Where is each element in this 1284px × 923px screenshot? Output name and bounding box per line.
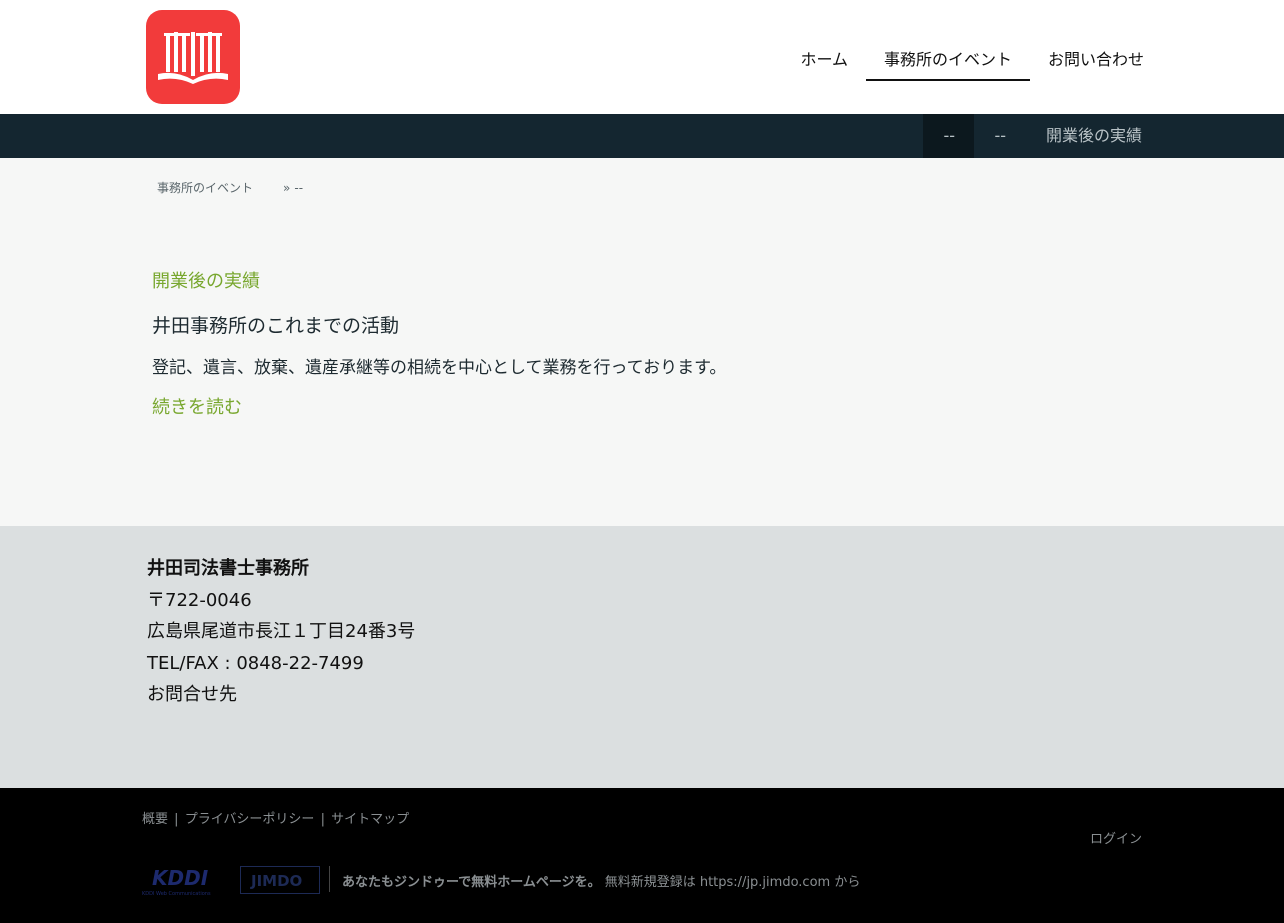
read-more-link[interactable]: 続きを読む [152,394,242,422]
office-address: 広島県尾道市長江１丁目24番3号 [147,621,416,642]
footer-link-separator: | [320,812,325,827]
jimdo-logo[interactable]: JIMDO [240,866,320,894]
nav-item-events[interactable]: 事務所のイベント [865,36,1031,81]
main-navigation: ホーム 事務所のイベント お問い合わせ [782,36,1144,81]
footer-link-privacy[interactable]: プライバシーポリシー [185,812,315,827]
breadcrumb-separator: » [283,180,291,195]
jimdo-logo-text: JIMDO [250,872,302,890]
contact-label: お問合せ先 [147,684,237,705]
office-info-section: 井田司法書士事務所 〒722-0046 広島県尾道市長江１丁目24番3号 TEL… [0,526,1284,788]
site-logo[interactable] [146,10,240,104]
nav-item-contact[interactable]: お問い合わせ [1030,36,1144,80]
breadcrumb: 事務所のイベント » -- [157,179,303,196]
login-link[interactable]: ログイン [1090,828,1142,847]
footer-link-about[interactable]: 概要 [142,812,168,827]
office-name: 井田司法書士事務所 [147,558,309,579]
promo-text: 無料新規登録は https://jp.jimdo.com から [600,875,861,890]
subnav-item-results[interactable]: 開業後の実績 [1026,114,1142,158]
breadcrumb-current: -- [294,180,304,195]
post-summary: 登記、遺言、放棄、遺産承継等の相続を中心として業務を行っております。 [152,358,727,378]
post-title: 井田事務所のこれまでの活動 [152,315,400,337]
breadcrumb-parent-link[interactable]: 事務所のイベント [157,179,253,196]
open-book-icon [158,32,228,84]
kddi-logo[interactable]: KDDI KDDI Web Communications [142,865,230,897]
sub-navigation: -- -- 開業後の実績 [0,114,1284,158]
jimdo-promo[interactable]: あなたもジンドゥーで無料ホームページを。 無料新規登録は https://jp.… [342,871,860,890]
promo-headline: あなたもジンドゥーで無料ホームページを。 [342,875,601,890]
footer-link-sitemap[interactable]: サイトマップ [331,812,409,827]
nav-item-home[interactable]: ホーム [782,36,866,80]
kddi-logo-text: KDDI [152,866,209,890]
kddi-logo-subtext: KDDI Web Communications [142,891,211,897]
site-footer: 概要 | プライバシーポリシー | サイトマップ ログイン KDDI KDDI … [0,788,1284,923]
footer-divider [329,866,330,892]
subnav-item-1[interactable]: -- [923,114,975,158]
section-title: 開業後の実績 [152,271,260,292]
main-content: 開業後の実績 井田事務所のこれまでの活動 登記、遺言、放棄、遺産承継等の相続を中… [152,268,726,422]
footer-link-separator: | [174,812,179,827]
office-phone: TEL/FAX : 0848-22-7499 [147,652,364,674]
footer-links: 概要 | プライバシーポリシー | サイトマップ [142,808,409,827]
postal-code: 〒722-0046 [147,589,252,611]
site-header: ホーム 事務所のイベント お問い合わせ [0,0,1284,114]
subnav-item-2[interactable]: -- [974,114,1026,158]
